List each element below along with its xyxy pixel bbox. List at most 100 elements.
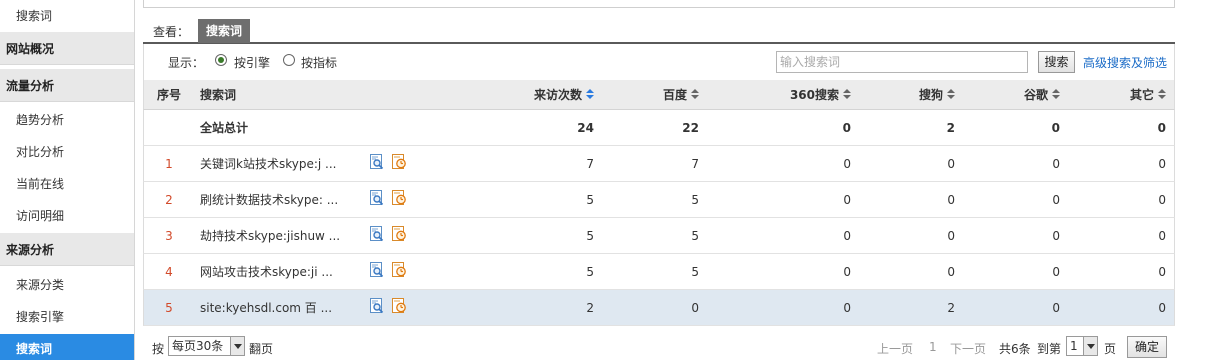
sort-icon[interactable] [1158, 89, 1166, 100]
row-other: 0 [1158, 300, 1166, 315]
table-row[interactable]: 3 劫持技术skype:jishuw ... 5 5 0 0 0 0 [143, 218, 1175, 254]
total-google: 0 [1051, 120, 1060, 135]
row-keyword[interactable]: 网站攻击技术skype:ji ... [200, 254, 360, 289]
search-detail-icon[interactable] [370, 262, 384, 281]
page-select-value: 1 [1070, 339, 1078, 353]
tab-search-terms[interactable]: 搜索词 [198, 19, 250, 43]
sidebar-item-source-category[interactable]: 来源分类 [0, 269, 134, 301]
search-input[interactable] [776, 51, 1028, 73]
row-keyword[interactable]: site:kyehsdl.com 百 ... [200, 290, 360, 325]
advanced-search-link[interactable]: 高级搜索及筛选 [1083, 54, 1167, 71]
page-unit-label: 页 [1104, 342, 1117, 356]
sort-icon[interactable] [691, 89, 699, 100]
row-baidu: 5 [691, 228, 699, 243]
row-index: 3 [165, 228, 173, 243]
row-visits: 5 [586, 192, 594, 207]
row-actions [370, 290, 410, 325]
sidebar-group-traffic-analysis[interactable]: 流量分析 [0, 68, 134, 102]
row-visits: 5 [586, 228, 594, 243]
header-360[interactable]: 360搜索 [699, 80, 851, 109]
row-sogou: 2 [947, 300, 955, 315]
row-actions [370, 218, 410, 253]
row-other: 0 [1158, 156, 1166, 171]
next-page-link[interactable]: 下一页 [950, 340, 986, 357]
header-google-label: 谷歌 [1023, 88, 1048, 102]
table-row[interactable]: 2 刷统计数据技术skype: ... 5 5 0 0 0 0 [143, 182, 1175, 218]
header-index: 序号 [156, 88, 181, 102]
sidebar-item-online-now[interactable]: 当前在线 [0, 168, 134, 200]
prev-page-link[interactable]: 上一页 [877, 340, 913, 357]
table-row[interactable]: 1 关键词k站技术skype:j ... 7 7 0 0 0 0 [143, 146, 1175, 182]
sidebar-item-trend-analysis[interactable]: 趋势分析 [0, 104, 134, 136]
history-clock-icon[interactable] [392, 226, 407, 245]
radio-by-engine-label[interactable]: 按引擎 [234, 54, 270, 71]
row-index: 2 [165, 192, 173, 207]
per-page-select[interactable]: 每页30条 [168, 336, 245, 356]
radio-by-engine[interactable] [215, 54, 227, 66]
sidebar-group-source-analysis[interactable]: 来源分析 [0, 232, 134, 266]
table-row[interactable]: 4 网站攻击技术skype:ji ... 5 5 0 0 0 0 [143, 254, 1175, 290]
page-turn-label: 翻页 [249, 342, 274, 356]
sort-icon[interactable] [947, 89, 955, 100]
search-detail-icon[interactable] [370, 226, 384, 245]
sort-icon[interactable] [843, 89, 851, 100]
header-visits[interactable]: 来访次数 [444, 80, 594, 109]
sort-icon[interactable] [586, 89, 594, 100]
row-other: 0 [1158, 264, 1166, 279]
radio-by-metric[interactable] [283, 54, 295, 66]
row-index: 4 [165, 264, 173, 279]
row-360: 0 [843, 156, 851, 171]
chevron-down-icon [230, 337, 244, 355]
top-panel-border [143, 0, 1175, 8]
row-visits: 7 [586, 156, 594, 171]
total-label: 全站总计 [200, 121, 249, 135]
header-other-label: 其它 [1129, 88, 1154, 102]
sidebar-item-search-terms-top[interactable]: 搜索词 [0, 0, 134, 32]
row-google: 0 [1052, 156, 1060, 171]
row-other: 0 [1158, 228, 1166, 243]
row-google: 0 [1052, 192, 1060, 207]
history-clock-icon[interactable] [392, 262, 407, 281]
total-sogou: 2 [946, 120, 955, 135]
total-visits: 24 [577, 120, 594, 135]
main-panel: 查看： 搜索词 显示： 按引擎 按指标 搜索 高级搜索及筛选 序号 搜索词 来访… [143, 0, 1175, 360]
total-baidu: 22 [682, 120, 699, 135]
search-button[interactable]: 搜索 [1038, 51, 1075, 73]
per-page-value: 每页30条 [172, 339, 224, 353]
row-baidu: 5 [691, 264, 699, 279]
row-sogou: 0 [947, 156, 955, 171]
row-360: 0 [843, 192, 851, 207]
total-other: 0 [1157, 120, 1166, 135]
search-detail-icon[interactable] [370, 298, 384, 317]
row-index: 5 [165, 300, 173, 315]
header-baidu-label: 百度 [662, 88, 687, 102]
table-body: 1 关键词k站技术skype:j ... 7 7 0 0 0 0 2 刷统计数据技术skype: … [143, 146, 1175, 326]
row-visits: 2 [586, 300, 594, 315]
sidebar-item-search-terms[interactable]: 搜索词 [0, 334, 134, 360]
sidebar-group-site-overview[interactable]: 网站概况 [0, 31, 134, 65]
row-actions [370, 146, 410, 181]
header-google[interactable]: 谷歌 [955, 80, 1060, 109]
header-sogou[interactable]: 搜狗 [851, 80, 955, 109]
history-clock-icon[interactable] [392, 154, 407, 173]
table-row[interactable]: 5 site:kyehsdl.com 百 ... 2 0 0 2 0 0 [143, 290, 1175, 326]
row-google: 0 [1052, 300, 1060, 315]
history-clock-icon[interactable] [392, 190, 407, 209]
row-sogou: 0 [947, 228, 955, 243]
sidebar-item-visit-details[interactable]: 访问明细 [0, 200, 134, 232]
header-other[interactable]: 其它 [1060, 80, 1166, 109]
sort-icon[interactable] [1052, 89, 1060, 100]
sidebar-item-compare-analysis[interactable]: 对比分析 [0, 136, 134, 168]
page-select[interactable]: 1 [1066, 336, 1098, 356]
radio-by-metric-label[interactable]: 按指标 [301, 54, 337, 71]
search-detail-icon[interactable] [370, 190, 384, 209]
row-keyword[interactable]: 刷统计数据技术skype: ... [200, 182, 360, 217]
row-keyword[interactable]: 劫持技术skype:jishuw ... [200, 218, 360, 253]
history-clock-icon[interactable] [392, 298, 407, 317]
row-actions [370, 254, 410, 289]
confirm-button[interactable]: 确定 [1127, 336, 1167, 358]
header-baidu[interactable]: 百度 [594, 80, 699, 109]
row-keyword[interactable]: 关键词k站技术skype:j ... [200, 146, 360, 181]
search-detail-icon[interactable] [370, 154, 384, 173]
sidebar-item-search-engine[interactable]: 搜索引擎 [0, 301, 134, 333]
